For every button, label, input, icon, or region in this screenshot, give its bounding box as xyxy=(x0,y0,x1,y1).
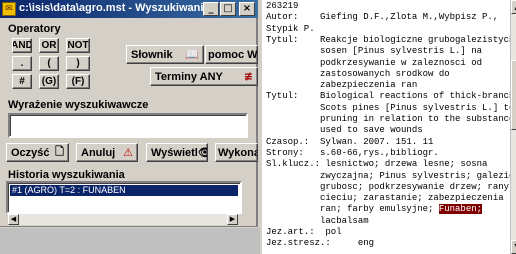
record-line: Autor: Giefing D.F.,Zlota M.,Wybpisz P., xyxy=(266,12,498,23)
record-line: Czasop.: Sylwan. 2007. 151. 11 xyxy=(266,137,433,148)
op-f-button[interactable]: (F) xyxy=(66,74,90,89)
record-line: Sl.klucz.: lesnictwo; drzewa lesne; sosn… xyxy=(266,159,487,170)
record-line-text: 263219 xyxy=(266,1,299,11)
warning-icon: ⚠ xyxy=(123,146,133,159)
op-g-button[interactable]: (G) xyxy=(39,74,59,89)
op-not-button[interactable]: NOT xyxy=(66,38,90,53)
record-line: Strony: s.60-66,rys.,bibliogr. xyxy=(266,148,439,159)
op-hash-button[interactable]: # xyxy=(12,74,32,89)
close-button[interactable]: × xyxy=(239,2,255,16)
record-line-text: lacbalsam xyxy=(266,215,369,226)
op-close-paren-button[interactable]: ) xyxy=(66,56,90,71)
record-line-text: pruning in relation to the substance xyxy=(266,114,515,124)
record-line-text: Strony: s.60-66,rys.,bibliogr. xyxy=(266,147,439,158)
app-icon: ✉ xyxy=(2,2,16,16)
record-line-text: Autor: Giefing D.F.,Zlota M.,Wybpisz P., xyxy=(266,12,499,23)
expression-label: Wyrażenie wyszukiwawcze xyxy=(8,99,149,111)
record-line-text: Jez.stresz.: eng xyxy=(266,238,375,249)
history-scrollbar[interactable]: ◀ ▶ xyxy=(8,214,238,225)
window-title: c:\isis\data\agro.mst - Wyszukiwanie xyxy=(19,2,210,14)
scroll-up-icon[interactable]: ▲ xyxy=(511,0,516,14)
record-line: zabezpieczenia ran xyxy=(266,80,417,91)
highlighted-term: Funaben; xyxy=(438,204,483,215)
record-scrollbar[interactable]: ▲ ▼ xyxy=(510,0,516,254)
scroll-right-icon[interactable]: ▶ xyxy=(227,214,238,225)
list-icon: ≢ xyxy=(243,70,253,83)
expression-input[interactable] xyxy=(8,113,248,138)
record-line-text: podkrzesywanie w zaleznosci od xyxy=(266,57,483,68)
record-line: zwyczajna; Pinus sylvestris; galezie; xyxy=(266,171,516,182)
eye-icon: 👁 xyxy=(198,146,207,159)
record-line-text: zwyczajna; Pinus sylvestris; galezie; xyxy=(266,170,516,181)
record-line: lacbalsam xyxy=(266,216,369,227)
slownik-button[interactable]: Słownik 📖 xyxy=(126,45,204,64)
record-line: Stypik P. xyxy=(266,24,315,35)
op-and-button[interactable]: AND xyxy=(12,38,32,53)
record-line-text: ran; farby emulsyjne; xyxy=(266,204,439,215)
slownik-label: Słownik xyxy=(131,48,173,61)
op-open-paren-button[interactable]: ( xyxy=(39,56,59,71)
cancel-label: Anuluj xyxy=(81,146,116,159)
record-line-text: zastosowanych srodkow do xyxy=(266,68,450,79)
record-line-text: sosen [Pinus sylvestris L.] na xyxy=(266,46,483,57)
record-line: used to save wounds xyxy=(266,125,423,136)
desktop-background xyxy=(0,228,260,254)
minimize-button[interactable]: _ xyxy=(203,2,219,16)
maximize-button[interactable]: □ xyxy=(220,2,236,16)
terminy-any-label: Terminy ANY xyxy=(155,70,223,83)
record-line: zastosowanych srodkow do xyxy=(266,69,450,80)
show-label: Wyświetl xyxy=(151,146,198,159)
op-or-button[interactable]: OR xyxy=(39,38,59,53)
record-line-text: Scots pines [Pinus sylvestris L.] to xyxy=(266,102,515,113)
record-view: 263219 Autor: Giefing D.F.,Zlota M.,Wybpi… xyxy=(262,0,516,254)
record-line: Tytul: Biological reactions of thick-bra… xyxy=(266,91,516,102)
clear-label: Oczyść xyxy=(11,146,50,159)
record-line: sosen [Pinus sylvestris L.] na xyxy=(266,46,482,57)
record-line: grubosc; podkrzesywanie drzew; rany po xyxy=(266,182,516,193)
show-button[interactable]: Wyświetl 👁 xyxy=(146,143,208,162)
record-line: Scots pines [Pinus sylvestris L.] to xyxy=(266,103,514,114)
search-dialog: ✉ c:\isis\data\agro.mst - Wyszukiwanie _… xyxy=(0,0,258,227)
record-line: podkrzesywanie w zaleznosci od xyxy=(266,58,482,69)
scroll-left-icon[interactable]: ◀ xyxy=(8,214,19,225)
scroll-down-icon[interactable]: ▼ xyxy=(511,240,516,254)
cancel-button[interactable]: Anuluj ⚠ xyxy=(76,143,138,162)
title-bar[interactable]: ✉ c:\isis\data\agro.mst - Wyszukiwanie _… xyxy=(0,0,258,18)
record-line-text: Jez.art.: pol xyxy=(266,227,342,237)
record-line-text: Tytul: Reakcje biologiczne grubogalezist… xyxy=(266,34,515,45)
page-icon: 🗋 xyxy=(55,145,64,158)
history-item[interactable]: #1 (AGRO) T=2 : FUNABEN xyxy=(10,185,238,196)
scroll-thumb[interactable] xyxy=(511,60,516,130)
record-line: ran; farby emulsyjne; Funaben; xyxy=(266,204,483,215)
record-line: Jez.stresz.: eng xyxy=(266,238,374,249)
record-line-text: Sl.klucz.: lesnictwo; drzewa lesne; sosn… xyxy=(266,159,488,170)
history-list[interactable]: #1 (AGRO) T=2 : FUNABEN xyxy=(6,181,242,214)
record-line-text: cieciu; zarastanie; zabezpieczenia xyxy=(266,193,504,204)
history-label: Historia wyszukiwania xyxy=(8,169,125,181)
record-line: Jez.art.: pol xyxy=(266,227,342,238)
run-button[interactable]: Wykonaj xyxy=(215,143,258,162)
help-button[interactable]: pomoc Win xyxy=(205,45,258,64)
operators-label: Operatory xyxy=(8,23,61,35)
record-line: cieciu; zarastanie; zabezpieczenia xyxy=(266,193,504,204)
record-line-text: Czasop.: Sylwan. 2007. 151. 11 xyxy=(266,136,434,147)
terminy-any-button[interactable]: Terminy ANY ≢ xyxy=(150,67,258,86)
clear-button[interactable]: Oczyść 🗋 xyxy=(6,143,69,162)
record-line: Tytul: Reakcje biologiczne grubogalezist… xyxy=(266,35,514,46)
record-line-text: used to save wounds xyxy=(266,125,423,136)
book-icon: 📖 xyxy=(185,48,199,61)
record-line: pruning in relation to the substance xyxy=(266,114,514,125)
record-line-text: grubosc; podkrzesywanie drzew; rany po xyxy=(266,181,516,192)
record-line-text: zabezpieczenia ran xyxy=(266,80,418,91)
op-dot-button[interactable]: . xyxy=(12,56,32,71)
record-line-text: Stypik P. xyxy=(266,23,315,34)
record-line-text: Tytul: Biological reactions of thick-bra… xyxy=(266,91,516,102)
record-line: 263219 xyxy=(266,1,298,12)
